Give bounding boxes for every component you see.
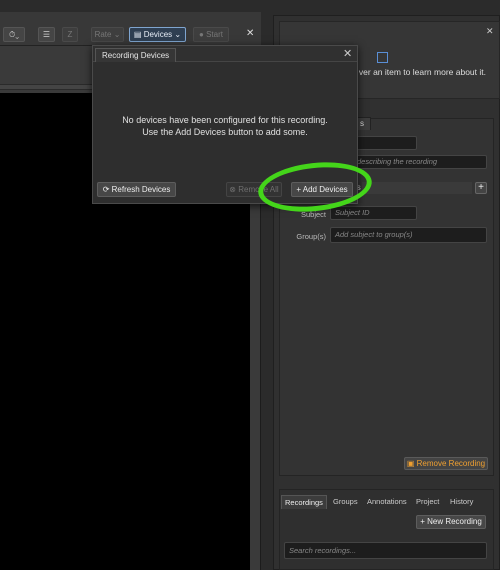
dialog-title-tab[interactable]: Recording Devices [95, 48, 177, 62]
devices-dropdown-button[interactable]: ▤ Devices ⌄ [129, 27, 186, 42]
recording-description-field[interactable]: gs describing the recording [342, 155, 487, 169]
groups-label: Group(s) [296, 232, 326, 241]
message-line-1: No devices have been configured for this… [122, 115, 328, 125]
panel-close-icon[interactable]: ✕ [246, 28, 254, 39]
chevron-down-icon: ⌄ [15, 30, 20, 39]
list-icon: ☰ [42, 30, 51, 39]
subjects-header [362, 182, 472, 194]
rate-dropdown-button[interactable]: Rate ⌄ [91, 27, 124, 42]
message-line-2: Use the Add Devices button to add some. [142, 127, 308, 137]
tab-project[interactable]: Project [413, 495, 442, 509]
devices-icon: ▤ [133, 30, 142, 39]
list-button[interactable]: ☰ [38, 27, 55, 42]
start-button[interactable]: ● Start [193, 27, 229, 42]
app-window: ⏱⌄ ☰ Z Rate ⌄ ▤ Devices ⌄ ● Start ✕ ✕ ve… [0, 0, 500, 570]
tab-recordings[interactable]: Recordings [281, 495, 327, 509]
start-label: Start [206, 30, 223, 39]
refresh-icon: ⟳ [102, 185, 110, 194]
chevron-down-icon: ⌄ [174, 30, 182, 39]
chevron-down-icon: ⌄ [113, 30, 121, 39]
subject-id-field[interactable]: Subject ID [330, 206, 417, 220]
refresh-label: Refresh Devices [111, 185, 171, 194]
refresh-devices-button[interactable]: ⟳ Refresh Devices [97, 182, 176, 197]
rate-label: Rate [94, 30, 112, 39]
new-recording-button[interactable]: + New Recording [416, 515, 486, 529]
groups-field[interactable]: Add subject to group(s) [330, 227, 487, 243]
tab-annotations[interactable]: Annotations [364, 495, 410, 509]
empty-devices-message: No devices have been configured for this… [93, 114, 357, 138]
sleep-button[interactable]: Z [62, 27, 78, 42]
help-close-icon[interactable]: ✕ [486, 26, 494, 37]
trash-icon: ▣ [406, 459, 415, 468]
pointer-icon [377, 52, 388, 63]
remove-recording-button[interactable]: ▣ Remove Recording [404, 457, 488, 470]
tab-groups[interactable]: Groups [330, 495, 361, 509]
tab-history[interactable]: History [447, 495, 476, 509]
timer-dropdown-button[interactable]: ⏱⌄ [3, 27, 25, 42]
remove-icon: ⊗ [229, 185, 236, 194]
devices-label: Devices [143, 30, 173, 39]
remove-recording-label: Remove Recording [416, 459, 486, 468]
search-recordings-input[interactable]: Search recordings... [284, 542, 487, 559]
z-icon: Z [67, 30, 73, 39]
record-dot-icon: ● [199, 30, 204, 39]
add-subject-button[interactable]: + [475, 182, 487, 194]
dialog-close-icon[interactable]: ✕ [343, 47, 352, 60]
